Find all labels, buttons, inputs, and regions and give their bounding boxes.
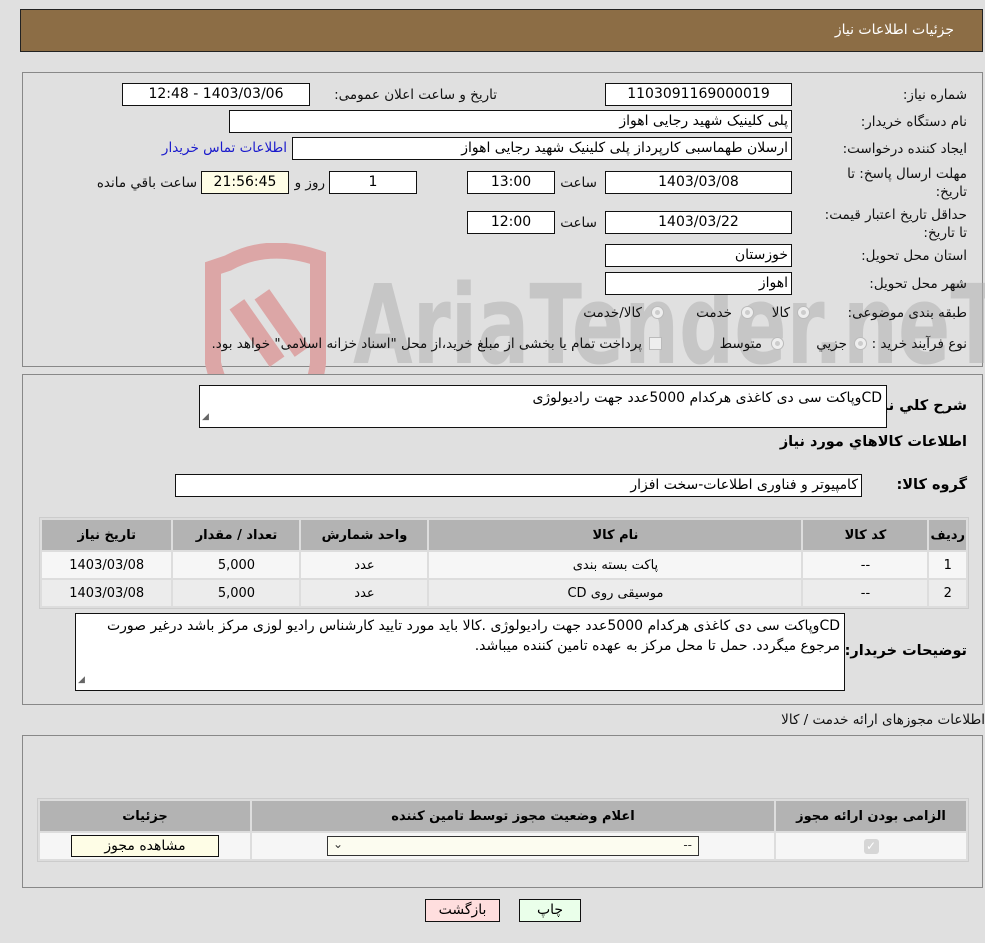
buyer-notes-text: CDوپاکت سی دی کاغذی هرکدام 5000عدد جهت ر… bbox=[106, 618, 840, 654]
permits-section-title: اطلاعات مجوزهای ارائه خدمت / کالا bbox=[781, 712, 985, 728]
need-number-field[interactable]: 1103091169000019 bbox=[605, 83, 792, 106]
status-cell: -- ⌄ bbox=[252, 833, 774, 859]
table-row: ✓ -- ⌄ مشاهده مجوز bbox=[40, 833, 966, 859]
category-radio-goods[interactable] bbox=[797, 306, 810, 319]
row-qty: 5,000 bbox=[173, 580, 300, 606]
col-required: الزامی بودن ارائه مجوز bbox=[776, 801, 966, 831]
row-index: 1 bbox=[929, 552, 966, 578]
category-option-goods: کالا bbox=[771, 305, 790, 321]
page-header: جزئیات اطلاعات نیاز bbox=[20, 9, 983, 52]
goods-group-field[interactable]: کامپیوتر و فناوری اطلاعات-سخت افزار bbox=[175, 474, 862, 497]
table-row: 1 -- پاکت بسته بندی عدد 5,000 1403/03/08 bbox=[42, 552, 966, 578]
col-qty: تعداد / مقدار bbox=[173, 520, 300, 550]
province-label: استان محل تحویل: bbox=[861, 248, 967, 264]
buyer-org-field[interactable]: پلی کلینیک شهید رجایی اهواز bbox=[229, 110, 792, 133]
announce-field[interactable]: 1403/03/06 - 12:48 bbox=[122, 83, 310, 106]
category-option-service: خدمت bbox=[696, 305, 732, 321]
category-radio-service[interactable] bbox=[741, 306, 754, 319]
back-button[interactable]: بازگشت bbox=[425, 899, 500, 922]
city-label: شهر محل تحویل: bbox=[869, 276, 967, 292]
creator-label: ایجاد کننده درخواست: bbox=[842, 141, 967, 157]
permits-table-header: الزامی بودن ارائه مجوز اعلام وضعیت مجوز … bbox=[40, 801, 966, 831]
required-cell: ✓ bbox=[776, 833, 966, 859]
page-title: جزئیات اطلاعات نیاز bbox=[834, 22, 954, 38]
validity-time-label: ساعت bbox=[560, 215, 597, 231]
process-note: پرداخت تمام یا بخشی از مبلغ خرید،از محل … bbox=[211, 336, 642, 352]
row-name: موسیقی روی CD bbox=[429, 580, 802, 606]
validity-label: حداقل تاریخ اعتبار قیمت: تا تاریخ: bbox=[824, 207, 967, 241]
category-radio-goods-service[interactable] bbox=[651, 306, 664, 319]
province-field[interactable]: خوزستان bbox=[605, 244, 792, 267]
row-code: -- bbox=[803, 580, 928, 606]
process-label: نوع فرآیند خرید : bbox=[871, 336, 967, 352]
print-button[interactable]: چاپ bbox=[519, 899, 581, 922]
time-remaining-field: 21:56:45 bbox=[201, 171, 289, 194]
goods-table: ردیف کد کالا نام کالا واحد شمارش تعداد /… bbox=[39, 517, 969, 609]
buyer-notes-label: توضیحات خریدار: bbox=[844, 643, 967, 659]
validity-time-field[interactable]: 12:00 bbox=[467, 211, 555, 234]
table-row: 2 -- موسیقی روی CD عدد 5,000 1403/03/08 bbox=[42, 580, 966, 606]
summary-textarea[interactable]: CDوپاکت سی دی کاغذی هرکدام 5000عدد جهت ر… bbox=[199, 385, 887, 428]
process-option-medium: متوسط bbox=[719, 336, 762, 352]
validity-date-field[interactable]: 1403/03/22 bbox=[605, 211, 792, 234]
col-index: ردیف bbox=[929, 520, 966, 550]
goods-table-header: ردیف کد کالا نام کالا واحد شمارش تعداد /… bbox=[42, 520, 966, 550]
chevron-down-icon: ⌄ bbox=[333, 837, 344, 851]
deadline-label: مهلت ارسال پاسخ: تا تاریخ: bbox=[847, 166, 967, 200]
goods-panel: شرح کلي نياز: CDوپاکت سی دی کاغذی هرکدام… bbox=[22, 374, 983, 705]
col-status: اعلام وضعیت مجوز توسط تامین کننده bbox=[252, 801, 774, 831]
row-unit: عدد bbox=[301, 580, 428, 606]
process-radio-medium[interactable] bbox=[771, 337, 784, 350]
permit-status-select[interactable]: -- ⌄ bbox=[327, 836, 699, 856]
row-name: پاکت بسته بندی bbox=[429, 552, 802, 578]
need-number-label: شماره نیاز: bbox=[902, 87, 967, 103]
row-date: 1403/03/08 bbox=[42, 580, 172, 606]
treasury-checkbox[interactable] bbox=[649, 337, 662, 350]
buyer-contact-link[interactable]: اطلاعات تماس خریدار bbox=[162, 140, 287, 156]
details-cell: مشاهده مجوز bbox=[40, 833, 250, 859]
buyer-notes-textarea[interactable]: CDوپاکت سی دی کاغذی هرکدام 5000عدد جهت ر… bbox=[75, 613, 845, 691]
days-label: روز و bbox=[294, 175, 325, 191]
permit-status-value: -- bbox=[683, 838, 692, 852]
col-date: تاریخ نیاز bbox=[42, 520, 172, 550]
row-code: -- bbox=[803, 552, 928, 578]
city-field[interactable]: اهواز bbox=[605, 272, 792, 295]
days-remaining-field: 1 bbox=[329, 171, 417, 194]
col-details: جزئیات bbox=[40, 801, 250, 831]
view-permit-button[interactable]: مشاهده مجوز bbox=[71, 835, 219, 857]
announce-label: تاریخ و ساعت اعلان عمومی: bbox=[334, 87, 497, 103]
deadline-time-field[interactable]: 13:00 bbox=[467, 171, 555, 194]
deadline-date-field[interactable]: 1403/03/08 bbox=[605, 171, 792, 194]
row-qty: 5,000 bbox=[173, 552, 300, 578]
deadline-time-label: ساعت bbox=[560, 175, 597, 191]
row-unit: عدد bbox=[301, 552, 428, 578]
permits-panel: الزامی بودن ارائه مجوز اعلام وضعیت مجوز … bbox=[22, 735, 983, 888]
goods-group-label: گروه کالا: bbox=[896, 477, 967, 493]
row-index: 2 bbox=[929, 580, 966, 606]
process-radio-minor[interactable] bbox=[854, 337, 867, 350]
category-option-goods-service: کالا/خدمت bbox=[583, 305, 642, 321]
buyer-org-label: نام دستگاه خریدار: bbox=[860, 114, 967, 130]
col-code: کد کالا bbox=[803, 520, 928, 550]
resize-grip-icon[interactable]: ◢ bbox=[78, 670, 85, 690]
summary-text: CDوپاکت سی دی کاغذی هرکدام 5000عدد جهت ر… bbox=[532, 390, 882, 406]
col-name: نام کالا bbox=[429, 520, 802, 550]
goods-section-title: اطلاعات کالاهاي مورد نياز bbox=[779, 434, 967, 450]
details-panel: AriaTender.neT شماره نیاز: 1103091169000… bbox=[22, 72, 985, 443]
time-remaining-label: ساعت باقي مانده bbox=[96, 175, 197, 191]
creator-field[interactable]: ارسلان طهماسبی کارپرداز پلی کلینیک شهید … bbox=[292, 137, 792, 160]
resize-grip-icon[interactable]: ◢ bbox=[202, 407, 209, 427]
col-unit: واحد شمارش bbox=[301, 520, 428, 550]
category-label: طبقه بندی موضوعی: bbox=[847, 305, 967, 321]
process-option-minor: جزیي bbox=[816, 336, 847, 352]
permits-table: الزامی بودن ارائه مجوز اعلام وضعیت مجوز … bbox=[37, 798, 969, 862]
required-checkbox[interactable]: ✓ bbox=[863, 838, 879, 854]
row-date: 1403/03/08 bbox=[42, 552, 172, 578]
